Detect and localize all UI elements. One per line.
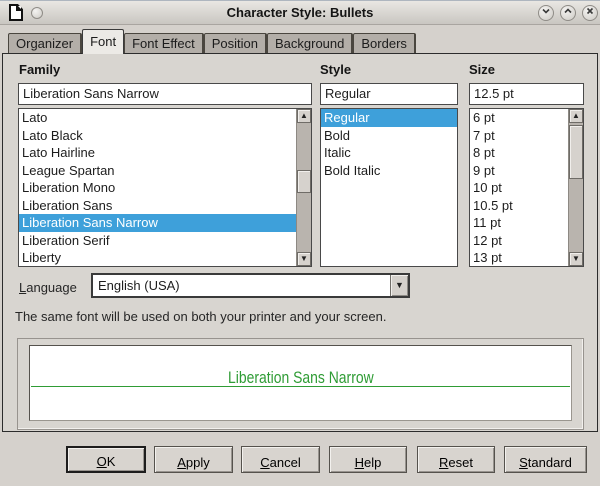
list-item[interactable]: 13 pt — [470, 249, 568, 266]
character-style-dialog: Character Style: Bullets Organizer Font … — [0, 0, 600, 486]
size-list[interactable]: 6 pt 7 pt 8 pt 9 pt 10 pt 10.5 pt 11 pt 12 pt 13… — [469, 108, 584, 267]
tab-organizer[interactable]: Organizer — [8, 33, 83, 54]
list-item[interactable]: 11 pt — [470, 214, 568, 232]
language-value: English (USA) — [98, 278, 180, 293]
list-item[interactable]: Liberation Serif — [19, 232, 296, 250]
printer-screen-note: The same font will be used on both your … — [15, 309, 387, 324]
list-item[interactable]: 6 pt — [470, 109, 568, 127]
style-input[interactable]: Regular — [320, 83, 458, 105]
scrollbar-thumb[interactable] — [297, 170, 311, 193]
roll-down-button[interactable] — [538, 5, 554, 21]
apply-button[interactable]: Apply — [154, 446, 233, 473]
list-item[interactable]: 8 pt — [470, 144, 568, 162]
close-button[interactable] — [582, 5, 598, 21]
language-combobox[interactable]: English (USA) ▼ — [91, 273, 410, 298]
family-list[interactable]: Lato Lato Black Lato Hairline League Sparta… — [18, 108, 312, 267]
ok-button[interactable]: OK — [66, 446, 146, 473]
standard-button[interactable]: Standard — [504, 446, 587, 473]
family-input[interactable]: Liberation Sans Narrow — [18, 83, 312, 105]
list-item[interactable]: Lato Black — [19, 127, 296, 145]
roll-up-button[interactable] — [560, 5, 576, 21]
list-item[interactable]: Bold Italic — [321, 162, 457, 180]
scroll-down-icon[interactable]: ▼ — [569, 252, 583, 266]
cancel-button[interactable]: Cancel — [241, 446, 320, 473]
chevron-down-icon — [542, 8, 550, 14]
size-input[interactable]: 12.5 pt — [469, 83, 584, 105]
size-scrollbar[interactable]: ▲ ▼ — [568, 109, 583, 266]
close-icon — [586, 7, 594, 15]
list-item[interactable]: Lato — [19, 109, 296, 127]
list-item[interactable]: Liberty — [19, 249, 296, 266]
style-list[interactable]: Regular Bold Italic Bold Italic — [320, 108, 458, 267]
window-title: Character Style: Bullets — [226, 5, 374, 20]
list-item[interactable]: 7 pt — [470, 127, 568, 145]
tab-font-effect[interactable]: Font Effect — [124, 33, 204, 54]
scrollbar-thumb[interactable] — [569, 125, 583, 179]
list-item[interactable]: 10.5 pt — [470, 197, 568, 215]
tab-font[interactable]: Font — [82, 29, 125, 54]
scroll-down-icon[interactable]: ▼ — [297, 252, 311, 266]
scroll-up-icon[interactable]: ▲ — [569, 109, 583, 123]
reset-button[interactable]: Reset — [417, 446, 495, 473]
list-item[interactable]: Italic — [321, 144, 457, 162]
list-item[interactable]: Liberation Sans — [19, 197, 296, 215]
tab-position[interactable]: Position — [203, 33, 267, 54]
size-label: Size — [469, 62, 496, 77]
list-item[interactable]: 9 pt — [470, 162, 568, 180]
style-label: Style — [320, 62, 352, 77]
list-item[interactable]: 12 pt — [470, 232, 568, 250]
tab-background[interactable]: Background — [266, 33, 354, 54]
help-button[interactable]: Help — [329, 446, 407, 473]
font-preview: Liberation Sans Narrow — [29, 345, 572, 421]
scroll-up-icon[interactable]: ▲ — [297, 109, 311, 123]
chevron-up-icon — [564, 8, 572, 14]
list-item[interactable]: Liberation Mono — [19, 179, 296, 197]
dropdown-arrow-icon[interactable]: ▼ — [390, 275, 408, 296]
list-item[interactable]: Liberation Sans Narrow — [19, 214, 296, 232]
tab-bar: Organizer Font Font Effect Position Back… — [8, 29, 416, 54]
list-item[interactable]: Lato Hairline — [19, 144, 296, 162]
font-tab-page: Family Liberation Sans Narrow Lato Lato B… — [2, 53, 598, 432]
family-scrollbar[interactable]: ▲ ▼ — [296, 109, 311, 266]
list-item[interactable]: 10 pt — [470, 179, 568, 197]
language-label: Language — [19, 280, 77, 295]
family-label: Family — [19, 62, 61, 77]
preview-frame: Liberation Sans Narrow — [17, 338, 584, 430]
tab-borders[interactable]: Borders — [353, 33, 416, 54]
list-item[interactable]: League Spartan — [19, 162, 296, 180]
list-item[interactable]: Regular — [321, 109, 457, 127]
preview-text: Liberation Sans Narrow — [227, 368, 374, 387]
list-item[interactable]: Bold — [321, 127, 457, 145]
titlebar[interactable]: Character Style: Bullets — [0, 1, 600, 25]
